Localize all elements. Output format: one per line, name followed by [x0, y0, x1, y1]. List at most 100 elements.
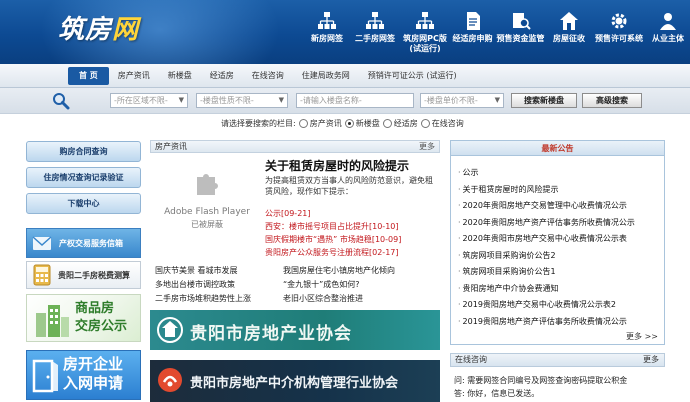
site-header: 筑房网 新房网签 二手房网签 筑房网PC版 (试运行) 经适房申购 预售资金监管 房屋征收 预… [0, 0, 690, 64]
news-date: [10-09] [371, 235, 402, 244]
menu-item-5[interactable]: 住建局政务网 [293, 67, 359, 85]
announcements-more-link[interactable]: 更多 >> [626, 331, 658, 342]
topnav-item-6[interactable]: 预售许可系统 [592, 8, 646, 58]
headline-summary: 为提高租赁双方当事人的风险防范意识，避免租赁风险，现作如下提示： [265, 176, 433, 196]
handover-notice-banner[interactable]: 商品房 交房公示 [26, 294, 141, 342]
logo-text: 筑房网 [58, 14, 140, 45]
featured-news-item[interactable]: 公示[09-21] [265, 208, 311, 219]
search-scope-option-3[interactable]: 在线咨询 [418, 118, 464, 129]
topnav-label: 经适房申购 [452, 34, 493, 43]
online-consult-more-link[interactable]: 更多 [643, 354, 659, 366]
menu-item-2[interactable]: 新楼盘 [159, 67, 201, 85]
radio-button[interactable] [382, 119, 392, 128]
top-nav: 新房网签 二手房网签 筑房网PC版 (试运行) 经适房申购 预售资金监管 房屋征收 预售许可系… [304, 8, 690, 58]
menu-item-4[interactable]: 在线咨询 [243, 67, 293, 85]
news-list-item[interactable]: 我国房屋住宅小镇房地产化倾向 [283, 265, 395, 276]
main-menu: 首 页房产资讯 新楼盘 经适房 在线咨询 住建局政务网 预销许可证公示 (试运行) [68, 67, 466, 85]
area-select[interactable]: -所在区域不限- ▼ [110, 93, 188, 108]
flash-player-label: Adobe Flash Player [164, 207, 250, 217]
headline-news-link[interactable]: 关于租赁房屋时的风险提示 [265, 157, 445, 174]
announcements-title: 最新公告 [451, 141, 664, 156]
consult-answer: 答: 你好，信息已发送。 [454, 389, 540, 398]
topnav-item-3[interactable]: 经适房申购 [450, 8, 495, 58]
search-scope-option-0[interactable]: 房产资讯 [296, 118, 342, 129]
search-scope-option-1[interactable]: 新楼盘 [342, 118, 380, 129]
featured-news-item[interactable]: 西安：楼市摇号项目占比提升[10-10] [265, 221, 399, 232]
radio-label: 在线咨询 [431, 119, 464, 128]
tax-calculator-banner[interactable]: 贵阳二手房税费测算 [26, 261, 141, 289]
topnav-item-1[interactable]: 二手房网签 [350, 8, 400, 58]
radio-label: 房产资讯 [309, 119, 342, 128]
door-icon [32, 359, 58, 393]
menu-item-1[interactable]: 房产资讯 [109, 67, 159, 85]
chevron-down-icon: ▼ [278, 96, 284, 104]
news-list-item[interactable]: 国庆节美景 看城市发展 [155, 265, 238, 276]
featured-news-item[interactable]: 国庆假期楼市“遇热” 市场趋稳[10-09] [265, 234, 401, 245]
network-icon [318, 12, 336, 29]
radio-label: 新楼盘 [355, 119, 380, 128]
news-list-item[interactable]: 老旧小区综合整治推进 [283, 293, 363, 304]
announcement-item[interactable]: 2020年贵阳房地产交易管理中心收费情况公示 [458, 200, 627, 211]
announcement-item[interactable]: 2019贵阳房地产资产评估事务所收费情况公示 [458, 316, 627, 327]
topnav-sublabel: (试运行) [409, 44, 441, 53]
agency-logo-icon [158, 368, 182, 392]
announcement-item[interactable]: 筑房网项目采购询价公告2 [458, 250, 556, 261]
news-date: [02-17] [369, 248, 399, 257]
news-section-header: 房产资讯 更多 [150, 140, 440, 153]
news-list-item[interactable]: 二手房市场堆积趋势性上涨 [155, 293, 251, 304]
flash-player-placeholder[interactable]: Adobe Flash Player 已被屏蔽 [155, 157, 259, 245]
house-icon [560, 12, 578, 30]
flash-blocked-label: 已被屏蔽 [191, 220, 223, 229]
property-mailbox-banner[interactable]: 产权交易服务信箱 [26, 228, 141, 258]
news-date: [10-10] [369, 222, 399, 231]
featured-news-item[interactable]: 贵阳房产公众服务号注册流程[02-17] [265, 247, 399, 258]
search-doc-icon [512, 13, 531, 30]
site-logo[interactable]: 筑房网 [58, 10, 140, 45]
chevron-down-icon: ▼ [494, 96, 500, 104]
topnav-item-2[interactable]: 筑房网PC版 (试运行) [400, 8, 450, 58]
real-estate-association-banner[interactable]: 贵阳市房地产业协会 [150, 310, 440, 350]
menu-item-6[interactable]: 预销许可证公示 (试运行) [359, 67, 466, 85]
news-more-link[interactable]: 更多 [419, 141, 435, 152]
announcement-item[interactable]: 关于租赁房屋时的风险提示 [458, 184, 559, 195]
radio-button[interactable] [344, 119, 354, 128]
radio-button[interactable] [298, 119, 308, 128]
topnav-label: 二手房网签 [355, 34, 395, 43]
network-icon [416, 12, 434, 29]
announcement-item[interactable]: 筑房网项目采购询价公告1 [458, 266, 556, 277]
announcement-item[interactable]: 公示 [458, 167, 479, 178]
search-scope-option-2[interactable]: 经适房 [380, 118, 418, 129]
property-type-select[interactable]: -楼盘性质不限- ▼ [196, 93, 288, 108]
topnav-item-0[interactable]: 新房网签 [304, 8, 350, 58]
price-select[interactable]: -楼盘单价不限- ▼ [420, 93, 504, 108]
topnav-item-4[interactable]: 预售资金监管 [495, 8, 546, 58]
association-logo-icon [157, 317, 183, 343]
topnav-label: 预售资金监管 [496, 34, 545, 43]
project-name-input[interactable]: -请输入楼盘名称- [296, 93, 414, 108]
search-new-projects-button[interactable]: 搜索新楼盘 [511, 93, 577, 108]
news-title: 国庆假期楼市“遇热” 市场趋稳 [265, 235, 372, 244]
topnav-item-7[interactable]: 从业主体 [646, 8, 690, 58]
download-center-button[interactable]: 下载中心 [26, 193, 141, 214]
news-list-item[interactable]: “金九银十”成色如何? [283, 279, 360, 290]
agency-association-banner[interactable]: 贵阳市房地产中介机构管理行业协会 [150, 360, 440, 402]
topnav-item-5[interactable]: 房屋征收 [546, 8, 592, 58]
announcement-item[interactable]: 贵阳房地产中介协会费通知 [458, 283, 559, 294]
menu-item-0[interactable]: 首 页 [68, 67, 109, 85]
search-scope-radios: 请选择要搜索的栏目: 房产资讯 新楼盘 经适房 在线咨询 [221, 118, 464, 129]
building-icon [36, 305, 69, 337]
announcement-item[interactable]: 2020年贵阳市房地产交易中心收费情况公示表 [458, 233, 627, 244]
menu-item-3[interactable]: 经适房 [201, 67, 243, 85]
radio-button[interactable] [420, 119, 430, 128]
contract-query-button[interactable]: 购房合同查询 [26, 141, 141, 162]
advanced-search-button[interactable]: 高级搜索 [582, 93, 642, 108]
topnav-label: 房屋征收 [553, 34, 585, 43]
announcement-item[interactable]: 2019贵阳房地产交易中心收费情况公示表2 [458, 299, 616, 310]
news-list-item[interactable]: 多地出台楼市调控政策 [155, 279, 235, 290]
topnav-label: 预售许可系统 [595, 34, 643, 43]
consult-question[interactable]: 问: 需要网签合同编号及网签查询密码提取公积金 [454, 375, 627, 386]
developer-registration-banner[interactable]: 房开企业 入网申请 [26, 350, 141, 400]
housing-record-verify-button[interactable]: 住房情况查询记录验证 [26, 167, 141, 188]
announcement-item[interactable]: 2020年贵阳房地产资产评估事务所收费情况公示 [458, 217, 635, 228]
news-date: [09-21] [281, 209, 311, 218]
